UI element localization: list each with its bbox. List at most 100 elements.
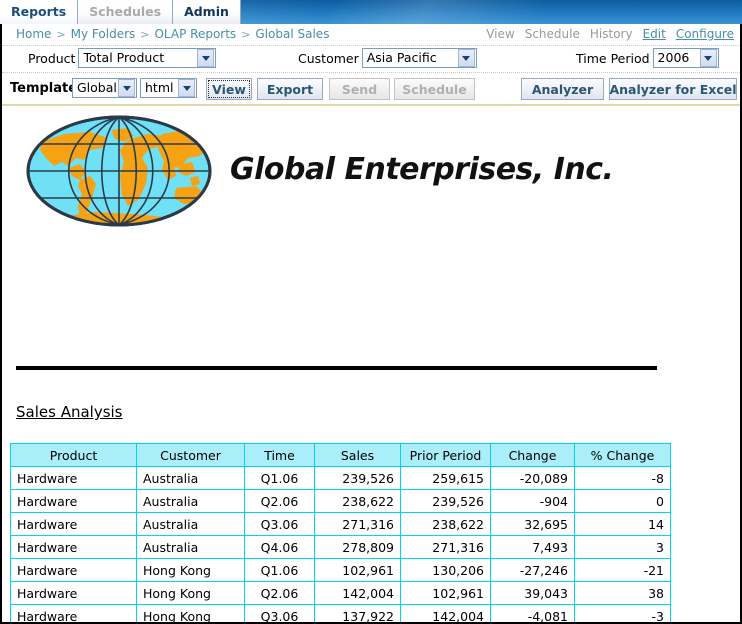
send-button[interactable]: Send: [329, 78, 390, 100]
breadcrumb-item-olap-reports[interactable]: OLAP Reports: [154, 27, 236, 41]
cell-sales: 271,316: [314, 512, 401, 536]
tab-schedules-label: Schedules: [89, 4, 162, 19]
customer-select-value: Asia Pacific: [366, 50, 437, 65]
section-title: Sales Analysis: [16, 403, 123, 421]
send-button-label: Send: [341, 81, 378, 97]
cell-sales: 137,922: [314, 604, 401, 622]
cell-time: Q1.06: [244, 466, 315, 490]
nav-action-edit[interactable]: Edit: [643, 27, 666, 41]
chevron-down-icon[interactable]: [178, 79, 195, 97]
cell-customer: Australia: [136, 489, 245, 513]
chevron-down-icon[interactable]: [197, 49, 215, 67]
cell-product: Hardware: [10, 535, 137, 559]
tab-admin-label: Admin: [184, 4, 229, 19]
filter-customer-label: Customer: [298, 50, 359, 66]
cell-customer: Hong Kong: [136, 558, 245, 582]
sales-analysis-table: Product Customer Time Sales Prior Period…: [10, 443, 671, 622]
nav-action-view[interactable]: View: [486, 27, 514, 41]
column-header-prior-period[interactable]: Prior Period: [400, 443, 491, 467]
cell-change: 32,695: [490, 512, 575, 536]
cell-product: Hardware: [10, 466, 137, 490]
cell-prior-period: 238,622: [400, 512, 491, 536]
schedule-button[interactable]: Schedule: [394, 78, 475, 100]
cell-customer: Australia: [136, 535, 245, 559]
template-select-value: Global: [77, 80, 117, 95]
breadcrumb-separator: >: [241, 27, 251, 41]
column-header-customer[interactable]: Customer: [136, 443, 245, 467]
chevron-down-icon[interactable]: [699, 49, 717, 67]
column-header-sales[interactable]: Sales: [314, 443, 401, 467]
cell-pct-change: -3: [574, 604, 671, 622]
cell-sales: 102,961: [314, 558, 401, 582]
column-header-pct-change[interactable]: % Change: [574, 443, 671, 467]
cell-pct-change: -21: [574, 558, 671, 582]
product-select[interactable]: Total Product: [78, 48, 217, 68]
column-header-time[interactable]: Time: [244, 443, 315, 467]
breadcrumb: Home > My Folders > OLAP Reports > Globa…: [16, 27, 329, 41]
cell-product: Hardware: [10, 581, 137, 605]
view-button[interactable]: View: [206, 78, 252, 100]
analyzer-button[interactable]: Analyzer: [521, 78, 604, 100]
cell-sales: 238,622: [314, 489, 401, 513]
cell-sales: 239,526: [314, 466, 401, 490]
breadcrumb-item-my-folders[interactable]: My Folders: [71, 27, 136, 41]
report-body: Global Enterprises, Inc. Sales Analysis …: [2, 106, 740, 622]
cell-pct-change: 14: [574, 512, 671, 536]
cell-change: -4,081: [490, 604, 575, 622]
navigation-row: Home > My Folders > OLAP Reports > Globa…: [2, 24, 740, 46]
time-period-select[interactable]: 2006: [652, 48, 719, 68]
column-header-change[interactable]: Change: [490, 443, 575, 467]
banner-highlight: [321, 0, 549, 24]
sales-analysis-table-wrapper: Product Customer Time Sales Prior Period…: [10, 443, 671, 622]
filter-customer: Customer Asia Pacific: [298, 48, 477, 68]
nav-action-schedule[interactable]: Schedule: [525, 27, 580, 41]
cell-product: Hardware: [10, 558, 137, 582]
table-row: Hardware Hong Kong Q1.06 102,961 130,206…: [10, 558, 671, 582]
tab-reports[interactable]: Reports: [0, 0, 79, 24]
app-banner: Reports Schedules Admin: [0, 0, 742, 24]
nav-action-configure[interactable]: Configure: [676, 27, 734, 41]
cell-time: Q3.06: [244, 512, 315, 536]
cell-customer: Hong Kong: [136, 604, 245, 622]
analyzer-for-excel-button-label: Analyzer for Excel: [609, 81, 737, 97]
template-select[interactable]: Global: [72, 78, 137, 98]
cell-prior-period: 259,615: [400, 466, 491, 490]
company-name: Global Enterprises, Inc.: [230, 152, 614, 187]
filter-product: Product Total Product: [28, 48, 217, 68]
export-button[interactable]: Export: [257, 78, 323, 100]
column-header-product[interactable]: Product: [10, 443, 137, 467]
breadcrumb-item-global-sales[interactable]: Global Sales: [255, 27, 329, 41]
cell-product: Hardware: [10, 512, 137, 536]
main-tab-bar: Reports Schedules Admin: [0, 0, 241, 24]
customer-select[interactable]: Asia Pacific: [361, 48, 477, 68]
cell-prior-period: 271,316: [400, 535, 491, 559]
cell-time: Q2.06: [244, 581, 315, 605]
export-button-label: Export: [266, 81, 314, 97]
cell-time: Q3.06: [244, 604, 315, 622]
breadcrumb-separator: >: [56, 27, 66, 41]
nav-actions: View Schedule History Edit Configure: [486, 27, 734, 41]
cell-time: Q1.06: [244, 558, 315, 582]
header-divider: [16, 366, 657, 370]
filter-time-period: Time Period 2006: [576, 48, 719, 68]
chevron-down-icon[interactable]: [118, 79, 135, 97]
chevron-down-icon[interactable]: [457, 49, 475, 67]
cell-time: Q4.06: [244, 535, 315, 559]
nav-action-history[interactable]: History: [590, 27, 633, 41]
report-header: Global Enterprises, Inc.: [2, 106, 740, 231]
cell-change: -20,089: [490, 466, 575, 490]
table-body: Hardware Australia Q1.06 239,526 259,615…: [10, 466, 671, 622]
table-row: Hardware Hong Kong Q3.06 137,922 142,004…: [10, 604, 671, 622]
cell-prior-period: 102,961: [400, 581, 491, 605]
view-button-label: View: [212, 81, 246, 97]
cell-change: 39,043: [490, 581, 575, 605]
cell-prior-period: 239,526: [400, 489, 491, 513]
filter-row: Product Total Product Customer Asia Paci…: [2, 46, 740, 73]
tab-admin[interactable]: Admin: [173, 0, 241, 24]
analyzer-for-excel-button[interactable]: Analyzer for Excel: [609, 78, 737, 100]
cell-change: 7,493: [490, 535, 575, 559]
format-select[interactable]: html: [140, 78, 197, 98]
cell-pct-change: -8: [574, 466, 671, 490]
tab-schedules[interactable]: Schedules: [78, 0, 174, 24]
breadcrumb-item-home[interactable]: Home: [16, 27, 51, 41]
